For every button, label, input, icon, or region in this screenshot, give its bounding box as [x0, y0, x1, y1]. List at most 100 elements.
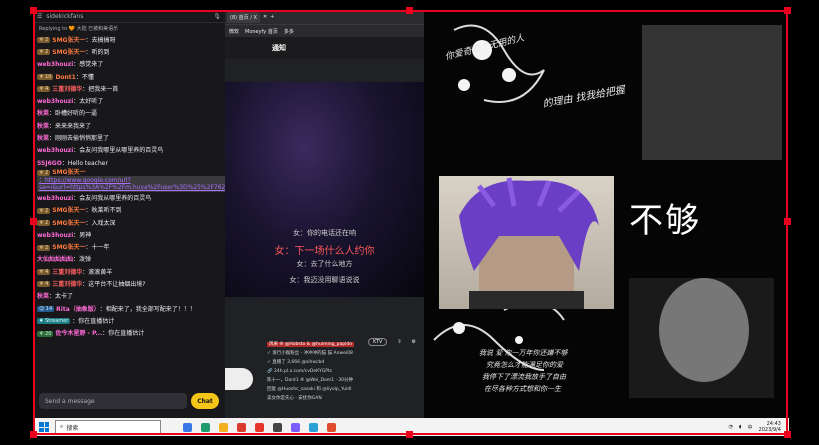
chat-message: SSJ6GO ：Hello teacher	[37, 157, 221, 169]
chat-username[interactable]: 秋莱	[37, 135, 49, 142]
chat-username[interactable]: 三重刘德华	[52, 86, 82, 93]
chat-message: web3houzi ：会友问我从哪里养的百灵鸟	[37, 192, 221, 204]
ime-indicator[interactable]: 中	[748, 424, 753, 431]
wps-icon[interactable]	[255, 422, 264, 432]
chat-send-button[interactable]: Chat	[191, 393, 219, 409]
chrome-icon[interactable]	[237, 422, 246, 432]
chat-username[interactable]: web3houzi	[37, 98, 73, 105]
webcam-feed	[439, 176, 614, 309]
chat-username[interactable]: 秋莱	[37, 293, 49, 300]
chat-username[interactable]: 秋莱	[37, 110, 49, 117]
chat-username[interactable]: SMG张天一	[52, 244, 85, 251]
resize-handle[interactable]	[784, 431, 791, 438]
resize-handle[interactable]	[784, 218, 791, 225]
chat-header: ☰ sidekickfans 🎙	[33, 10, 225, 23]
karaoke-video[interactable]: 女：你的电话还在响 女：下一场什么人约你 女：去了什么地方 女：我迈没用聊语说说	[225, 82, 424, 297]
chat-username[interactable]: web3houzi	[37, 195, 73, 202]
resize-handle[interactable]	[30, 218, 37, 225]
chat-username[interactable]: web3houzi	[37, 232, 73, 239]
new-tab-icon[interactable]: +	[270, 14, 274, 20]
edge-icon[interactable]	[201, 422, 210, 432]
feed-line[interactable]: ✓ 直播了 3,666 @sihwcbd	[267, 358, 424, 367]
chat-username[interactable]: 秋莱	[37, 123, 49, 130]
chat-message: web3houzi ：会友问我哪里从哪里养的百灵鸟	[37, 145, 221, 157]
side-pill[interactable]	[225, 368, 253, 390]
bookmarks-bar: 微软 Moneyfy 首页 多多	[225, 24, 424, 37]
bookmark-item[interactable]: 多多	[284, 28, 294, 35]
close-tab-icon[interactable]: ✕	[263, 14, 267, 20]
volume-icon[interactable]: ◖	[739, 424, 742, 430]
chat-message-text: ：秋莱听不到	[85, 207, 122, 215]
chat-username[interactable]: 大仙灿灿灿灿	[37, 256, 73, 263]
calligraphy-bottom-line: 我停下了漂流我放手了自由	[482, 373, 566, 381]
social-feed: 风采 ⑧ @Hobsto & @huiming_papido ✓ 发行小猴粉丝 …	[267, 340, 424, 418]
chat-message-text: ：感觉来了	[73, 61, 104, 69]
chat-badge: ♆ 2	[37, 49, 51, 56]
chat-username[interactable]: 三重刘德华	[52, 269, 82, 276]
wifi-icon[interactable]: ◔	[729, 424, 733, 430]
task-view-icon[interactable]	[183, 422, 192, 432]
chat-message-text: ：滚滚黄羊	[82, 268, 113, 276]
chat-message-link[interactable]: ：https://www.google.com/url?sa=i&url=htt…	[37, 176, 251, 193]
chat-username[interactable]: web3houzi	[37, 61, 73, 68]
chat-message: web3houzi ：太好听了	[37, 95, 221, 107]
browser-tab[interactable]: (8) 首页 / X	[227, 11, 260, 23]
chat-badge: ♆ 2	[37, 169, 51, 176]
notifications-title: 通知	[225, 37, 424, 59]
chat-username[interactable]: SMG张天一	[52, 49, 85, 56]
chat-username[interactable]: SMG张天一	[52, 37, 85, 44]
resize-handle[interactable]	[406, 431, 413, 438]
chat-username[interactable]: SMG张天一	[52, 220, 85, 227]
chat-badge: ♦ Streamer	[37, 318, 71, 325]
chat-username[interactable]: SMG张天一	[52, 207, 85, 214]
resize-handle[interactable]	[30, 7, 37, 14]
app-icon[interactable]	[291, 422, 300, 432]
chat-username[interactable]: web3houzi	[37, 147, 73, 154]
taskbar-clock[interactable]: 24:43 2023/9/4	[759, 421, 781, 433]
feed-line[interactable]: 美女你是先心 · 安抚你GAN	[267, 394, 424, 403]
chat-badge: ♆ 4	[37, 269, 51, 276]
resize-handle[interactable]	[406, 7, 413, 14]
chat-message-text: ：会友问我哪里从哪里养的百灵鸟	[73, 147, 164, 155]
windows-start-icon[interactable]	[39, 422, 49, 432]
chat-channel-name: sidekickfans	[46, 12, 84, 20]
big-chinese-text: 不够	[629, 201, 701, 241]
feed-line[interactable]: 风采 ⑧ @Hobsto & @huiming_papido	[267, 342, 354, 347]
background-artwork: 你爱奇是个无用的人 的理由 找我给把握 不够 我说 爱 你一万年你还嫌不够 究竟…	[424, 10, 789, 418]
bookmark-item[interactable]: 微软	[229, 28, 239, 35]
chat-input[interactable]: Send a message	[39, 393, 187, 409]
chat-username[interactable]: SSJ6GO	[37, 160, 62, 167]
app-icon[interactable]	[327, 422, 336, 432]
app-icon[interactable]	[273, 422, 282, 432]
feed-line[interactable]: 陈十一，Dont1 ⑧ @Wei_Dom1 · 30分钟	[267, 376, 424, 385]
chat-message: ♆ 2 SMG张天一 ：十一年	[37, 241, 221, 253]
mic-icon[interactable]: 🎙	[213, 13, 221, 20]
resize-handle[interactable]	[784, 7, 791, 14]
search-icon: ⌕	[60, 423, 64, 430]
chat-username[interactable]: Dont1	[55, 74, 75, 81]
desktop-screenshot: ☰ sidekickfans 🎙 Replying to 🧡 大陆 已被和美语乐…	[0, 0, 819, 445]
lyric-line: 女：你的电话还在响	[293, 229, 356, 237]
lyric-line: 女：我迈没用聊语说说	[289, 276, 360, 284]
chat-message: ♆ 2 SMG张天一 ：听的到	[37, 46, 221, 58]
chat-username[interactable]: Rita（抽象版）	[56, 306, 100, 313]
chat-settings-icon[interactable]: ☰	[37, 13, 42, 20]
chat-message-text: ：泼弹	[73, 256, 92, 264]
chat-username[interactable]: 佐今木星野 - P...	[55, 330, 102, 337]
taskbar-search[interactable]: ⌕ 搜索	[55, 420, 161, 434]
chat-message-text: ：卧槽好听的一逼	[49, 110, 98, 118]
app-icon[interactable]	[309, 422, 318, 432]
chat-panel: ☰ sidekickfans 🎙 Replying to 🧡 大陆 已被和美语乐…	[33, 10, 251, 418]
feed-line[interactable]: 🔗 24h.pl.x.com/cvDeKYGPts	[267, 367, 424, 376]
bookmark-item[interactable]: Moneyfy 首页	[245, 28, 278, 35]
chat-username[interactable]: SMG张天一	[52, 169, 85, 176]
file-explorer-icon[interactable]	[219, 422, 228, 432]
resize-handle[interactable]	[30, 431, 37, 438]
chat-message-text: ：你在直播估计	[102, 330, 145, 338]
chat-username[interactable]: 三重刘德华	[52, 281, 82, 288]
reply-line: Replying to 🧡 大陆 已被和美语乐	[39, 26, 119, 32]
feed-line[interactable]: 回复 @Huoshc_sasaki 和 @liyolp_Yuldl	[267, 385, 424, 394]
chat-message: ♆ 4 三重刘德华 ：这平台不让抽烟出境?	[37, 278, 221, 290]
chat-badge: ♆ 2	[37, 244, 51, 251]
feed-line[interactable]: ✓ 发行小猴粉丝 - 冲冲冲的猫 猫 Anwei08	[267, 349, 424, 358]
